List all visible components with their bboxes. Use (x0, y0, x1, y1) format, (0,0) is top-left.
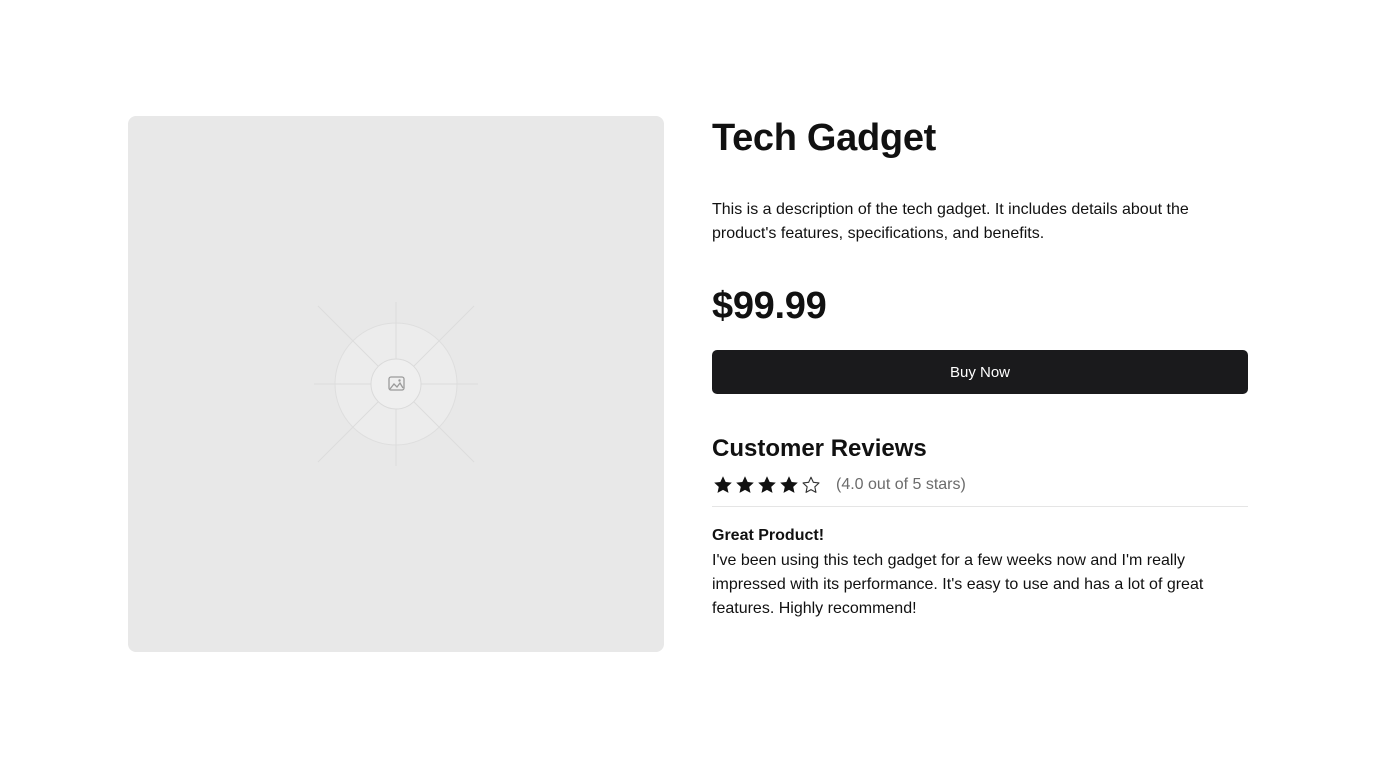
star-filled-icon (780, 476, 798, 493)
product-image-placeholder (128, 116, 664, 652)
review-item: Great Product! I've been using this tech… (712, 525, 1248, 621)
product-page: Tech Gadget This is a description of the… (0, 0, 1376, 768)
star-rating (712, 474, 822, 496)
star-filled-icon (758, 476, 776, 493)
image-placeholder-icon (314, 302, 478, 466)
review-body: I've been using this tech gadget for a f… (712, 552, 1204, 617)
star-filled-icon (736, 476, 754, 493)
buy-now-button[interactable]: Buy Now (712, 350, 1248, 394)
rating-text: (4.0 out of 5 stars) (836, 476, 966, 493)
reviews-heading: Customer Reviews (712, 435, 927, 462)
product-description: This is a description of the tech gadget… (712, 201, 1189, 242)
product-price: $99.99 (712, 285, 827, 327)
product-title: Tech Gadget (712, 117, 937, 159)
review-title: Great Product! (712, 527, 825, 544)
rating-summary: (4.0 out of 5 stars) (712, 472, 1248, 507)
star-outline-icon (802, 476, 820, 493)
product-details: Tech Gadget This is a description of the… (712, 116, 1248, 621)
star-filled-icon (714, 476, 732, 493)
